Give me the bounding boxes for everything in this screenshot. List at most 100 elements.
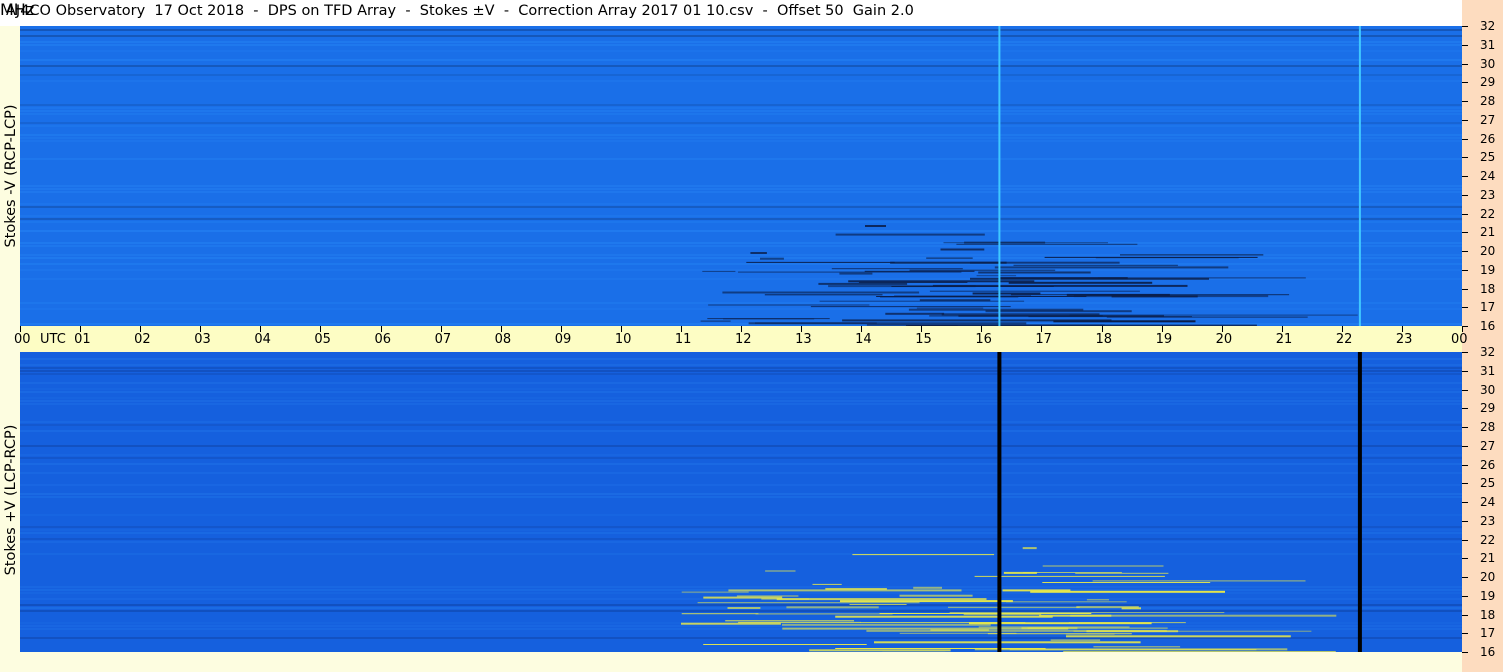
emission-streak: [681, 613, 759, 615]
frequency-tick: [1462, 63, 1468, 65]
frequency-tick-label: 31: [1480, 363, 1496, 378]
emission-streak: [929, 290, 1140, 292]
time-tick-label: 05: [314, 332, 331, 347]
emission-streak: [876, 296, 1087, 297]
frequency-tick-label: 20: [1480, 570, 1496, 584]
frequency-tick: [1462, 194, 1468, 196]
texture-band: [20, 430, 1462, 432]
frequency-tick: [1462, 464, 1468, 466]
frequency-tick-label: 19: [1480, 588, 1496, 603]
frequency-tick-label: 23: [1480, 187, 1496, 202]
texture-band: [20, 400, 1462, 402]
top-panel-ylabel: Stokes -V (RCP-LCP): [3, 104, 19, 248]
emission-streak: [1003, 571, 1037, 574]
emission-streak: [1022, 547, 1037, 550]
emission-streak: [976, 275, 1017, 277]
emission-streak: [1093, 646, 1181, 648]
texture-band: [20, 59, 1462, 61]
texture-band: [20, 206, 1462, 208]
time-tick-label: 13: [795, 332, 812, 347]
emission-streak: [1050, 639, 1101, 641]
frequency-tick: [1462, 288, 1468, 290]
emission-streak: [831, 268, 963, 270]
frequency-tick-label: 18: [1480, 281, 1496, 296]
texture-band: [20, 586, 1462, 588]
frequency-tick-label: 29: [1480, 75, 1496, 90]
frequency-tick-label: 17: [1480, 626, 1496, 641]
emission-streak: [994, 266, 1229, 269]
emission-streak: [909, 269, 1056, 271]
time-tick-label: 16: [975, 332, 992, 347]
texture-band: [20, 110, 1462, 112]
time-tick-label: 00: [14, 332, 31, 347]
emission-streak: [1039, 614, 1112, 617]
emission-streak: [1092, 580, 1306, 582]
texture-band: [20, 364, 1462, 366]
emission-streak: [985, 310, 1132, 313]
emission-streak: [1066, 635, 1291, 638]
emission-streak: [885, 312, 945, 315]
emission-streak: [764, 294, 883, 296]
texture-band: [20, 553, 1462, 555]
time-tick-label: 18: [1095, 332, 1113, 347]
frequency-tick: [1462, 427, 1468, 428]
texture-band: [20, 65, 1462, 67]
spectrogram-background: [20, 26, 1462, 326]
emission-streak: [835, 648, 1046, 649]
emission-streak: [926, 257, 973, 259]
texture-band: [20, 457, 1462, 459]
emission-streak: [782, 623, 991, 626]
time-tick-label: 12: [735, 332, 752, 347]
texture-band: [20, 391, 1462, 393]
texture-band: [20, 29, 1462, 31]
frequency-tick-label: 32: [1480, 345, 1496, 359]
bottom-panel-ylabel: Stokes +V (LCP-RCP): [3, 424, 19, 576]
frequency-tick: [1462, 558, 1468, 560]
time-tick-label: 19: [1155, 332, 1173, 347]
emission-streak: [810, 306, 1011, 308]
frequency-tick-label: 21: [1480, 551, 1496, 566]
frequency-tick: [1462, 232, 1468, 234]
emission-streak: [956, 243, 1138, 245]
texture-band: [20, 628, 1462, 630]
frequency-tick: [1462, 26, 1468, 27]
emission-streak: [1006, 601, 1127, 603]
texture-band: [20, 610, 1462, 612]
emission-streak: [1086, 599, 1109, 601]
emission-streak: [839, 272, 873, 275]
texture-band: [20, 158, 1462, 160]
vertical-marker-line: [1358, 26, 1361, 326]
texture-band: [20, 134, 1462, 136]
frequency-tick-label: 25: [1480, 150, 1496, 165]
frequency-tick-label: 23: [1480, 513, 1496, 528]
texture-band: [20, 50, 1462, 52]
frequency-tick: [1462, 176, 1468, 177]
emission-streak: [963, 613, 1042, 616]
emission-streak: [919, 299, 991, 302]
emission-streak: [736, 595, 799, 597]
time-tick-label: 06: [374, 332, 392, 347]
utc-time-axis: 00 01 02 03 04 05 06 07 08 09 10 11 12 13 14 15 16 17 18 19…: [14, 326, 1468, 352]
time-tick-label: 21: [1275, 332, 1293, 347]
emission-streak: [812, 583, 842, 585]
stokes-minus-v-spectrogram: [20, 26, 1462, 326]
texture-band: [20, 74, 1462, 76]
emission-streak: [940, 248, 985, 251]
emission-streak: [1013, 264, 1178, 266]
emission-streak: [700, 320, 731, 322]
frequency-tick: [1462, 269, 1468, 271]
texture-band: [20, 463, 1462, 465]
emission-streak: [849, 604, 907, 605]
texture-band: [20, 541, 1462, 543]
texture-band: [20, 35, 1462, 37]
utc-label: UTC: [40, 332, 66, 347]
frequency-tick: [1462, 138, 1468, 140]
frequency-tick: [1462, 614, 1468, 616]
texture-band: [20, 203, 1462, 205]
vertical-marker-line: [998, 26, 1001, 326]
bottom-margin-strip: [20, 652, 1462, 672]
emission-streak: [874, 641, 1141, 644]
texture-band: [20, 493, 1462, 495]
texture-band: [20, 454, 1462, 456]
frequency-tick: [1462, 389, 1468, 391]
